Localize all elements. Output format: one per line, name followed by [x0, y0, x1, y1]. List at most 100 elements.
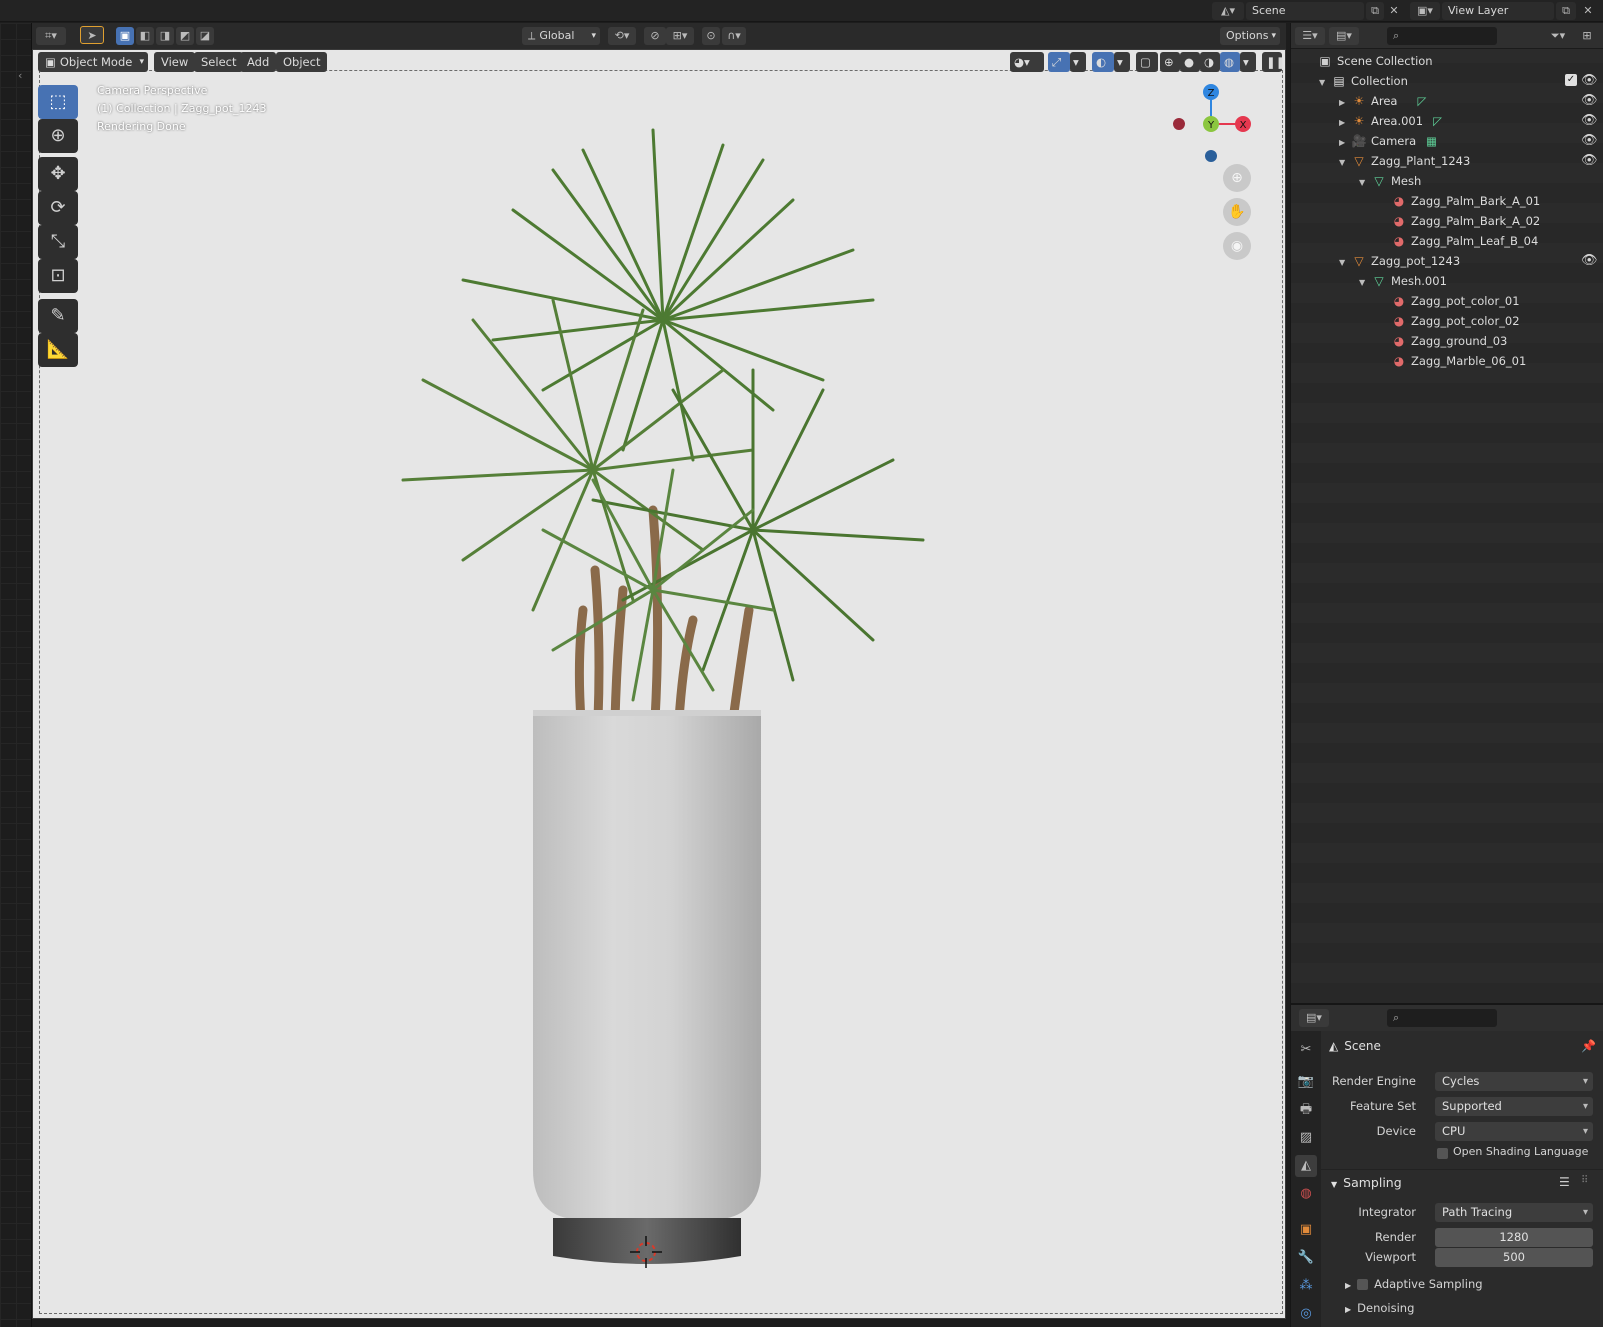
pause-render-icon[interactable]: ❚❚	[1262, 52, 1285, 72]
gizmo-dropdown-icon[interactable]: ▾	[1070, 52, 1086, 72]
feature-set-dropdown[interactable]: Supported ▾	[1435, 1097, 1593, 1116]
properties-search-input[interactable]: ⌕	[1387, 1009, 1497, 1027]
adaptive-sampling-checkbox[interactable]	[1357, 1279, 1369, 1290]
outliner-row[interactable]: ▶ ☀ Area.001 ◸	[1339, 111, 1442, 131]
gizmo-toggle-icon[interactable]: ⤢	[1048, 52, 1070, 72]
delete-view-layer-icon[interactable]: ✕	[1578, 2, 1598, 20]
pivot-point-icon[interactable]: ⟲▾	[608, 27, 636, 45]
options-dropdown[interactable]: Options ▾	[1220, 27, 1280, 45]
new-view-layer-icon[interactable]: ⧉	[1556, 2, 1576, 20]
snap-target-icon[interactable]: ⊞▾	[666, 27, 694, 45]
select-extend-icon[interactable]: ◧	[136, 27, 154, 45]
outliner-row[interactable]: ◕ Zagg_Palm_Bark_A_01	[1391, 191, 1540, 211]
new-collection-icon[interactable]: ⊞	[1577, 27, 1597, 45]
wireframe-shading-icon[interactable]: ⊕	[1160, 52, 1180, 72]
select-invert-icon[interactable]: ◩	[176, 27, 194, 45]
object-tab-icon[interactable]: ▣	[1295, 1219, 1317, 1241]
delete-scene-icon[interactable]: ✕	[1386, 2, 1402, 20]
adaptive-sampling-subpanel[interactable]: ▶ Adaptive Sampling	[1345, 1277, 1483, 1291]
select-new-icon[interactable]: ▣	[116, 27, 134, 45]
mode-dropdown[interactable]: ▣ Object Mode ▾	[38, 52, 148, 72]
expand-arrow-icon[interactable]: ▼	[1339, 253, 1351, 273]
scene-tab-icon[interactable]: ◭	[1295, 1155, 1317, 1177]
outliner-search-input[interactable]: ⌕	[1387, 27, 1497, 45]
expand-arrow-icon[interactable]: ▼	[1359, 173, 1371, 193]
expand-arrow-icon[interactable]: ▶	[1339, 113, 1351, 133]
outliner-row[interactable]: ▼ ▽ Zagg_Plant_1243	[1339, 151, 1470, 171]
move-tool-icon[interactable]: ✥	[38, 157, 78, 191]
visibility-eye-icon[interactable]: 👁	[1581, 131, 1598, 151]
drag-handle-icon[interactable]: ⠿	[1581, 1175, 1588, 1186]
expand-arrow-icon[interactable]: ▶	[1339, 133, 1351, 153]
outliner-row[interactable]: ▼ ▽ Zagg_pot_1243	[1339, 251, 1460, 271]
transform-orientation-dropdown[interactable]: ⟂ Global ▾	[522, 27, 600, 45]
visibility-eye-icon[interactable]: 👁	[1581, 111, 1598, 131]
particles-tab-icon[interactable]: ⁂	[1295, 1275, 1317, 1297]
outliner-row[interactable]: ◕ Zagg_Palm_Bark_A_02	[1391, 211, 1540, 231]
camera-view-icon[interactable]: ◉	[1223, 232, 1251, 260]
overlay-toggle-icon[interactable]: ◐	[1092, 52, 1114, 72]
outliner-row[interactable]: ▼ ▤ Collection	[1319, 71, 1408, 91]
annotate-tool-icon[interactable]: ✎	[38, 299, 78, 333]
measure-tool-icon[interactable]: 📐	[38, 333, 78, 367]
navigation-gizmo[interactable]: Z Y X	[1163, 80, 1253, 170]
3d-viewport[interactable]: Camera Perspective (1) Collection | Zagg…	[32, 49, 1286, 1319]
outliner-editor-type-icon[interactable]: ☰▾	[1295, 27, 1325, 45]
outliner-row[interactable]: ◕ Zagg_pot_color_01	[1391, 291, 1520, 311]
visibility-eye-icon[interactable]: 👁	[1581, 91, 1598, 111]
pin-icon[interactable]: 📌	[1581, 1039, 1596, 1053]
xray-icon[interactable]: ▢	[1136, 52, 1158, 72]
rendered-shading-icon[interactable]: ◍	[1220, 52, 1240, 72]
properties-editor-type-icon[interactable]: ▤▾	[1299, 1009, 1329, 1027]
scale-tool-icon[interactable]: ⤡	[38, 225, 78, 259]
display-mode-icon[interactable]: ▤▾	[1329, 27, 1359, 45]
view-layer-field[interactable]: View Layer	[1442, 2, 1554, 20]
snap-toggle-icon[interactable]: ⊘	[644, 27, 666, 45]
outliner-row[interactable]: ◕ Zagg_Palm_Leaf_B_04	[1391, 231, 1539, 251]
menu-select[interactable]: Select	[194, 52, 244, 72]
select-intersect-icon[interactable]: ◪	[196, 27, 214, 45]
outliner-row[interactable]: ◕ Zagg_pot_color_02	[1391, 311, 1520, 331]
outliner-row[interactable]: ◕ Zagg_ground_03	[1391, 331, 1508, 351]
select-box-tool-icon[interactable]: ⬚	[38, 85, 78, 119]
tool-tab-icon[interactable]: ✂	[1295, 1039, 1317, 1061]
solid-shading-icon[interactable]: ●	[1180, 52, 1200, 72]
expand-arrow-icon[interactable]: ▶	[1339, 93, 1351, 113]
render-samples-field[interactable]: 1280	[1435, 1228, 1593, 1247]
proportional-edit-icon[interactable]: ⊙	[702, 27, 720, 45]
modifier-tab-icon[interactable]: 🔧	[1295, 1247, 1317, 1269]
visibility-icon[interactable]: ◕▾	[1010, 52, 1044, 72]
integrator-dropdown[interactable]: Path Tracing ▾	[1435, 1203, 1593, 1222]
sampling-panel-header[interactable]: ▼ Sampling	[1331, 1175, 1402, 1190]
rotate-tool-icon[interactable]: ⟳	[38, 191, 78, 225]
menu-object[interactable]: Object	[276, 52, 328, 72]
visibility-eye-icon[interactable]: 👁	[1581, 71, 1598, 91]
overlay-dropdown-icon[interactable]: ▾	[1114, 52, 1130, 72]
presets-list-icon[interactable]: ☰	[1559, 1175, 1570, 1189]
render-tab-icon[interactable]: 📷	[1295, 1071, 1317, 1093]
visibility-eye-icon[interactable]: 👁	[1581, 151, 1598, 171]
outliner-row[interactable]: ◕ Zagg_Marble_06_01	[1391, 351, 1527, 371]
osl-checkbox[interactable]	[1437, 1148, 1448, 1159]
expand-arrow-icon[interactable]: ▼	[1319, 73, 1331, 93]
pan-hand-icon[interactable]: ✋	[1223, 198, 1251, 226]
view-layer-tab-icon[interactable]: ▨	[1295, 1127, 1317, 1149]
expand-arrow-icon[interactable]: ▼	[1359, 273, 1371, 293]
filter-icon[interactable]: ⏷▾	[1545, 27, 1571, 45]
output-tab-icon[interactable]: 🖶	[1295, 1099, 1317, 1121]
menu-view[interactable]: View	[154, 52, 196, 72]
render-engine-dropdown[interactable]: Cycles ▾	[1435, 1072, 1593, 1091]
new-scene-icon[interactable]: ⧉	[1366, 2, 1384, 20]
physics-tab-icon[interactable]: ◎	[1295, 1303, 1317, 1325]
editor-type-icon[interactable]: ⌗▾	[36, 27, 66, 45]
scene-collection-row[interactable]: ▣ Scene Collection	[1317, 51, 1432, 71]
exclude-checkbox[interactable]: ✓	[1565, 74, 1577, 86]
outliner-row[interactable]: ▼ ▽ Mesh	[1359, 171, 1421, 191]
material-shading-icon[interactable]: ◑	[1200, 52, 1220, 72]
menu-add[interactable]: Add	[240, 52, 277, 72]
expand-arrow-icon[interactable]: ▼	[1339, 153, 1351, 173]
zoom-icon[interactable]: ⊕	[1223, 164, 1251, 192]
viewport-samples-field[interactable]: 500	[1435, 1248, 1593, 1267]
view-layer-icon[interactable]: ▣▾	[1410, 2, 1440, 20]
scene-selector-icon[interactable]: ◭▾	[1212, 2, 1244, 20]
